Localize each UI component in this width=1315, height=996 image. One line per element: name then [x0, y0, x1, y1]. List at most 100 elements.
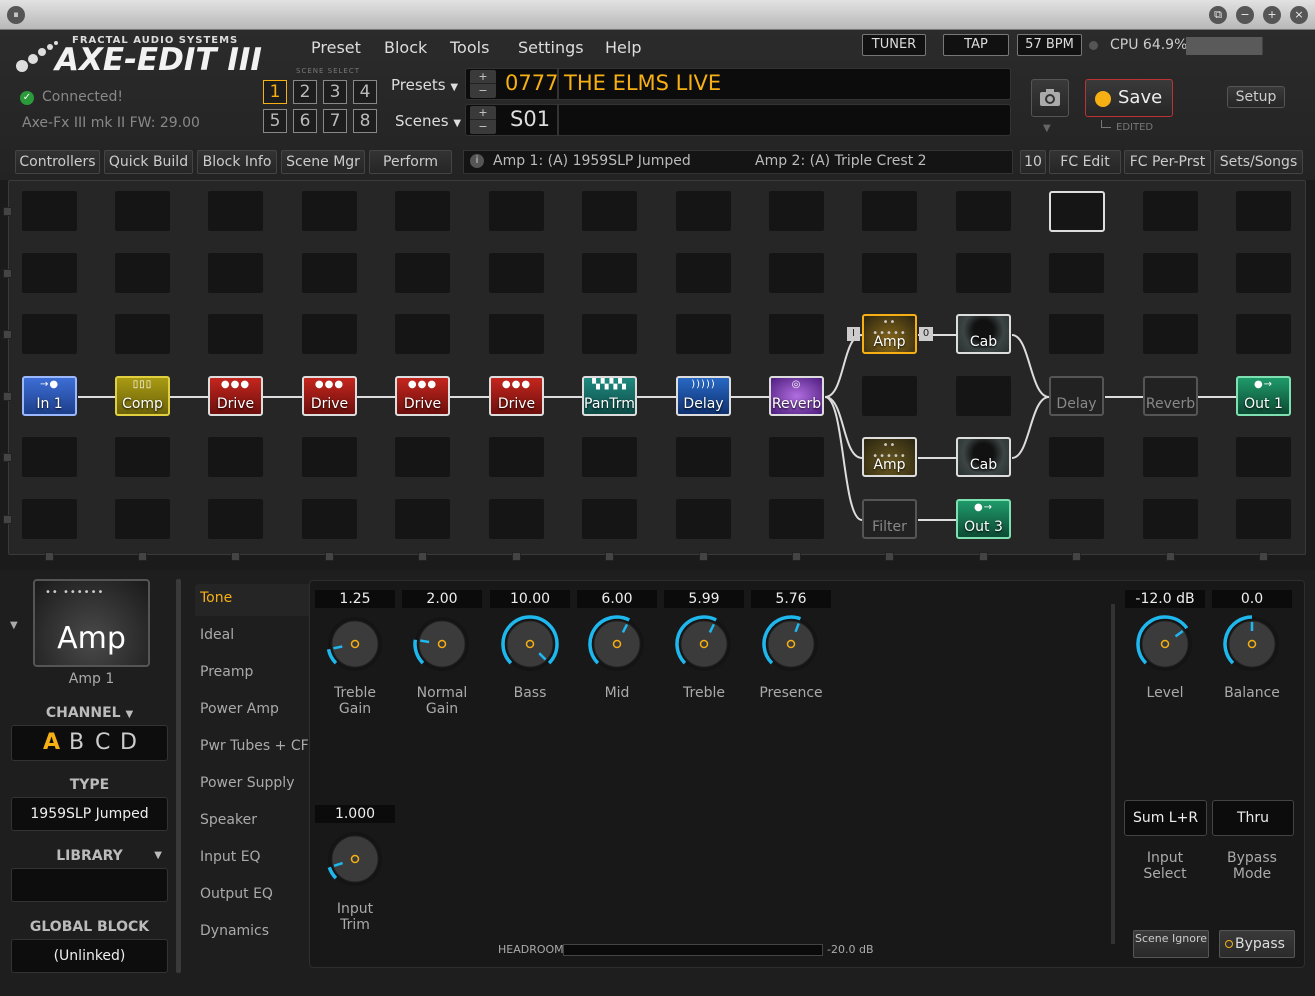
label-line: Bypass: [1227, 850, 1277, 866]
bypass-mode-button[interactable]: Thru: [1212, 800, 1294, 836]
bypass-label: Bypass: [1235, 936, 1285, 952]
block-label: Drive: [310, 396, 349, 412]
block-filter[interactable]: Filter: [862, 499, 917, 539]
block-label: Filter: [872, 519, 907, 535]
output-badge: 0: [919, 327, 933, 341]
level-knob[interactable]: [1134, 613, 1196, 675]
input-select-label: Input Select: [1120, 850, 1210, 882]
channel-b[interactable]: B: [69, 730, 84, 755]
knob[interactable]: [760, 613, 822, 675]
drive-icon: ●●●: [314, 379, 345, 390]
input-badge: I: [847, 327, 860, 341]
block-comp[interactable]: ▯▯▯ Comp: [115, 376, 170, 416]
block-reverb-bypassed[interactable]: Reverb: [1143, 376, 1198, 416]
knob-label-line: Input: [336, 901, 374, 917]
checker-icon: ▚▚▚▚: [592, 379, 627, 390]
page-preamp[interactable]: Preamp: [200, 664, 253, 680]
drive-icon: ●●●: [501, 379, 532, 390]
knob[interactable]: [586, 613, 648, 675]
knob-value[interactable]: 6.00: [577, 590, 657, 608]
grid-cursor[interactable]: [1049, 191, 1105, 232]
channel-c[interactable]: C: [95, 730, 110, 755]
block-label: PanTrm: [584, 396, 635, 412]
block-label: Cab: [969, 334, 998, 350]
knob-value[interactable]: 1.25: [315, 590, 395, 608]
library-selector[interactable]: [11, 868, 168, 902]
block-delay[interactable]: ))))) Delay: [676, 376, 731, 416]
block-delay-bypassed[interactable]: Delay: [1049, 376, 1104, 416]
knob[interactable]: [411, 613, 473, 675]
knob-value[interactable]: 5.76: [751, 590, 831, 608]
page-power-amp[interactable]: Power Amp: [200, 701, 279, 717]
block-drive-1[interactable]: ●●● Drive: [208, 376, 263, 416]
page-input-eq[interactable]: Input EQ: [200, 849, 261, 865]
knob-value[interactable]: 2.00: [402, 590, 482, 608]
input-select-button[interactable]: Sum L+R: [1124, 800, 1207, 836]
block-thumbnail[interactable]: •• •••••• Amp: [33, 579, 150, 667]
block-drive-4[interactable]: ●●● Drive: [489, 376, 544, 416]
channel-selector[interactable]: A B C D: [11, 725, 168, 761]
channel-dropdown[interactable]: CHANNEL ▼: [11, 705, 168, 721]
block-amp-1[interactable]: •• ••••• Amp: [862, 314, 917, 354]
bypass-mode-label: Bypass Mode: [1207, 850, 1297, 882]
routing-cables: [78, 334, 1236, 521]
knob[interactable]: [324, 613, 386, 675]
block-pantrm[interactable]: ▚▚▚▚ PanTrm: [582, 376, 637, 416]
block-cab-2[interactable]: Cab: [956, 437, 1011, 477]
block-label: Reverb: [771, 396, 822, 412]
page-speaker[interactable]: Speaker: [200, 812, 257, 828]
amp-icon: •• •••••: [872, 440, 907, 462]
block-drive-2[interactable]: ●●● Drive: [302, 376, 357, 416]
knob[interactable]: [673, 613, 735, 675]
bypass-button[interactable]: Bypass: [1219, 930, 1295, 958]
page-pwr-tubes-cf[interactable]: Pwr Tubes + CF: [200, 738, 309, 754]
level-label: Level: [1146, 685, 1184, 701]
block-out1[interactable]: ●→ Out 1: [1236, 376, 1291, 416]
block-label: Delay: [683, 396, 724, 412]
balance-knob[interactable]: [1221, 613, 1283, 675]
knob-label-line: Presence: [759, 685, 823, 701]
knob[interactable]: [499, 613, 561, 675]
block-amp-2[interactable]: •• ••••• Amp: [862, 437, 917, 477]
balance-value[interactable]: 0.0: [1212, 590, 1292, 608]
block-label: Amp: [873, 457, 906, 473]
global-block-label: GLOBAL BLOCK: [29, 919, 150, 935]
arrow-right-icon: ●→: [1253, 379, 1274, 390]
knob-value[interactable]: 5.99: [664, 590, 744, 608]
page-power-supply[interactable]: Power Supply: [200, 775, 295, 791]
library-label: LIBRARY: [56, 848, 123, 864]
page-tone[interactable]: Tone: [200, 590, 232, 606]
page-output-eq[interactable]: Output EQ: [200, 886, 273, 902]
input-trim-knob[interactable]: [324, 828, 386, 890]
type-selector[interactable]: 1959SLP Jumped: [11, 797, 168, 831]
knob-label-line: Mid: [604, 685, 630, 701]
knob-value[interactable]: 10.00: [490, 590, 570, 608]
scrollbar[interactable]: [176, 579, 181, 973]
label-line: Mode: [1232, 866, 1272, 882]
page-dynamics[interactable]: Dynamics: [200, 923, 269, 939]
block-label: Amp: [873, 334, 906, 350]
knob-label-line: Gain: [425, 701, 459, 717]
block-cab-1[interactable]: Cab: [956, 314, 1011, 354]
knob-label: Bass: [485, 685, 575, 701]
knob-label: Presence: [746, 685, 836, 701]
level-value[interactable]: -12.0 dB: [1125, 590, 1205, 608]
channel-a[interactable]: A: [43, 730, 60, 755]
scene-ignore-button[interactable]: Scene Ignore: [1133, 930, 1209, 958]
block-drive-3[interactable]: ●●● Drive: [395, 376, 450, 416]
collapse-icon[interactable]: ▼: [10, 620, 18, 631]
global-block-selector[interactable]: (Unlinked): [11, 939, 168, 973]
input-trim-value[interactable]: 1.000: [315, 805, 395, 823]
block-in1[interactable]: →● In 1: [22, 376, 77, 416]
channel-d[interactable]: D: [120, 730, 137, 755]
arrow-right-icon: →●: [39, 379, 60, 390]
knob-label-line: Bass: [513, 685, 547, 701]
library-dropdown[interactable]: LIBRARY ▼: [11, 848, 168, 864]
block-label: In 1: [36, 396, 63, 412]
knob-label: Mid: [572, 685, 662, 701]
chevron-down-icon: ▼: [154, 850, 162, 861]
page-ideal[interactable]: Ideal: [200, 627, 234, 643]
block-reverb[interactable]: ◎ Reverb: [769, 376, 824, 416]
divider: [1111, 604, 1115, 944]
block-out3[interactable]: ●→ Out 3: [956, 499, 1011, 539]
